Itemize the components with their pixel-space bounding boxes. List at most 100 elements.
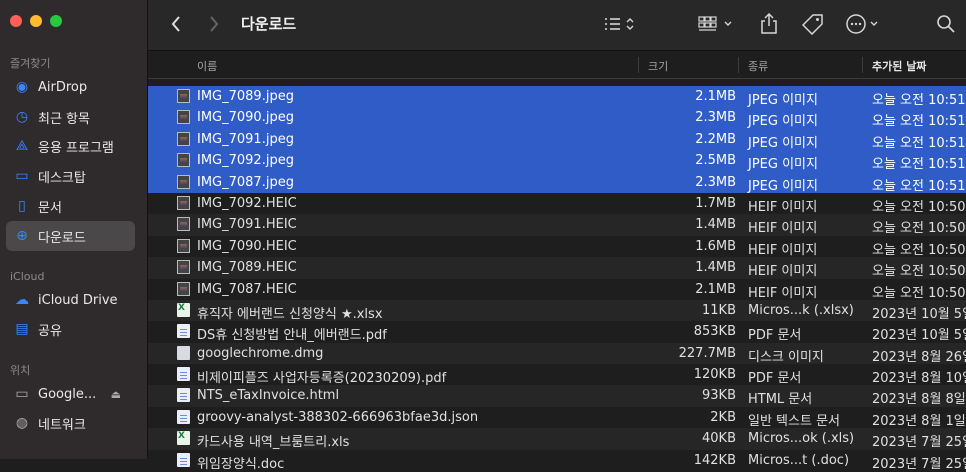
- tag-icon: [802, 14, 823, 35]
- globe-icon: ◍: [15, 415, 29, 431]
- document-icon: ▯: [18, 198, 26, 214]
- file-kind: HEIF 이미지: [748, 199, 818, 215]
- text-file-icon: [177, 409, 190, 424]
- file-row[interactable]: NTS_eTaxInvoice.html 93KB HTML 문서 2023년 8월 …: [148, 385, 966, 408]
- disk-image-file-icon: [177, 345, 190, 360]
- file-row[interactable]: IMG_7089.jpeg 2.1MB JPEG 이미지 오늘 오전 10:51: [148, 86, 966, 108]
- group-button[interactable]: [698, 10, 738, 38]
- file-size: 853KB: [693, 324, 736, 340]
- window-title: 다운로드: [241, 15, 297, 33]
- image-file-icon: [177, 110, 190, 125]
- file-row[interactable]: IMG_7091.HEIC 1.4MB HEIF 이미지 오늘 오전 10:50: [148, 214, 966, 237]
- sidebar-item-recents[interactable]: ◷ 최근 항목: [6, 102, 135, 132]
- sidebar-item-label: 공유: [38, 323, 62, 339]
- sidebar-item-airdrop[interactable]: ◉ AirDrop: [6, 72, 135, 102]
- file-name: NTS_eTaxInvoice.html: [197, 388, 340, 404]
- sidebar-item-downloads[interactable]: ⊕ 다운로드: [6, 221, 135, 251]
- back-button[interactable]: [170, 10, 182, 38]
- sidebar-item-applications[interactable]: ⟁ 응용 프로그램: [6, 131, 135, 161]
- image-file-icon: [177, 260, 190, 275]
- list-view-icon: [605, 18, 634, 30]
- file-row[interactable]: IMG_7087.HEIC 2.1MB HEIF 이미지 오늘 오전 10:50: [148, 279, 966, 301]
- file-date: 오늘 오전 10:50: [872, 285, 966, 301]
- file-date: 2023년 7월 25일: [872, 456, 966, 472]
- search-button[interactable]: [936, 10, 956, 38]
- file-row[interactable]: IMG_7090.jpeg 2.3MB JPEG 이미지 오늘 오전 10:51: [148, 107, 966, 130]
- column-header-size[interactable]: 크기: [648, 58, 668, 74]
- file-kind: JPEG 이미지: [748, 157, 818, 173]
- column-header-name[interactable]: 이름: [197, 58, 217, 74]
- file-size: 1.6MB: [695, 238, 736, 254]
- file-row[interactable]: IMG_7092.HEIC 1.7MB HEIF 이미지 오늘 오전 10:50: [148, 193, 966, 215]
- sidebar-item-google-drive[interactable]: ▭ Google... ⏏: [6, 379, 135, 409]
- column-header-date-added[interactable]: 추가된 날짜: [872, 58, 926, 74]
- column-separator: [738, 57, 739, 73]
- html-file-icon: [177, 388, 190, 403]
- chevron-left-icon: [171, 16, 180, 32]
- sidebar-item-icloud-drive[interactable]: ☁ iCloud Drive: [6, 285, 135, 315]
- file-name: DS휴 신청방법 안내_에버랜드.pdf: [197, 328, 387, 344]
- pdf-file-icon: [177, 367, 190, 382]
- window-controls: [10, 15, 62, 27]
- sidebar-item-desktop[interactable]: ▭ 데스크탑: [6, 161, 135, 191]
- file-size: 93KB: [702, 388, 736, 404]
- file-row[interactable]: IMG_7090.HEIC 1.6MB HEIF 이미지 오늘 오전 10:50: [148, 236, 966, 258]
- file-size: 2.2MB: [695, 131, 736, 147]
- file-date: 오늘 오전 10:50: [872, 221, 966, 237]
- grid-icon: [698, 16, 732, 31]
- image-file-icon: [177, 174, 190, 189]
- file-row[interactable]: IMG_7091.jpeg 2.2MB JPEG 이미지 오늘 오전 10:51: [148, 128, 966, 151]
- image-file-icon: [177, 89, 190, 103]
- share-button[interactable]: [760, 10, 778, 38]
- column-header-kind[interactable]: 종류: [748, 58, 768, 74]
- file-date: 오늘 오전 10:51: [872, 114, 966, 130]
- eject-icon[interactable]: ⏏: [111, 388, 121, 401]
- locations-section-title: 위치: [10, 364, 31, 377]
- view-options-button[interactable]: [604, 10, 638, 38]
- file-name: 카드사용 내역_브룸트리.xls: [197, 435, 350, 451]
- file-date: 오늘 오전 10:50: [872, 242, 966, 258]
- file-kind: JPEG 이미지: [748, 135, 818, 151]
- file-row[interactable]: IMG_7092.jpeg 2.5MB JPEG 이미지 오늘 오전 10:51: [148, 150, 966, 173]
- file-name: 위임장양식.doc: [197, 456, 285, 472]
- file-row[interactable]: IMG_7087.jpeg 2.3MB JPEG 이미지 오늘 오전 10:51: [148, 171, 966, 194]
- file-name: IMG_7090.jpeg: [197, 110, 294, 126]
- image-file-icon: [177, 281, 190, 296]
- file-row[interactable]: 휴직자 에버랜드 신청양식 ★.xlsx 11KB Micros...k (.xls…: [148, 299, 966, 322]
- sidebar: 즐겨찾기 ◉ AirDrop ◷ 최근 항목 ⟁ 응용 프로그램 ▭ 데스크탑 …: [0, 0, 148, 459]
- file-size: 120KB: [693, 367, 736, 383]
- sidebar-item-network[interactable]: ◍ 네트워크: [6, 408, 135, 438]
- file-list: IMG_7089.jpeg 2.1MB JPEG 이미지 오늘 오전 10:51 IM…: [148, 86, 966, 472]
- tag-button[interactable]: [802, 10, 824, 38]
- file-row[interactable]: groovy-analyst-388302-666963bfae3d.json 2…: [148, 407, 966, 429]
- desktop-icon: ▭: [15, 168, 29, 184]
- file-date: 2023년 8월 26일: [872, 349, 966, 365]
- sidebar-item-label: 네트워크: [38, 417, 86, 433]
- close-window-button[interactable]: [10, 15, 22, 27]
- more-actions-button[interactable]: [846, 10, 884, 38]
- file-row[interactable]: DS휴 신청방법 안내_에버랜드.pdf 853KB PDF 문서 2023년 10월…: [148, 321, 966, 344]
- minimize-window-button[interactable]: [30, 15, 42, 27]
- file-row[interactable]: 카드사용 내역_브룸트리.xls 40KB Micros...ok (.xls) 20…: [148, 428, 966, 451]
- file-row[interactable]: 비제이피플즈 사업자등록증(20230209).pdf 120KB PDF 문서 20…: [148, 364, 966, 386]
- file-date: 오늘 오전 10:51: [872, 157, 966, 173]
- file-kind: JPEG 이미지: [748, 93, 818, 108]
- zoom-window-button[interactable]: [50, 15, 62, 27]
- sidebar-item-shared[interactable]: ▤ 공유: [6, 314, 135, 344]
- file-row[interactable]: 위임장양식.doc 142KB Micros...t (.doc) 2023년 7월 …: [148, 450, 966, 472]
- file-date: 오늘 오전 10:50: [872, 199, 966, 215]
- icloud-section-title: iCloud: [10, 270, 45, 283]
- file-kind: HEIF 이미지: [748, 285, 818, 301]
- file-date: 2023년 8월 8일: [872, 392, 966, 408]
- file-row[interactable]: googlechrome.dmg 227.7MB 디스크 이미지 2023년 8월 2…: [148, 342, 966, 365]
- column-separator: [638, 57, 639, 73]
- file-name: IMG_7092.HEIC: [197, 195, 297, 211]
- file-name: IMG_7089.HEIC: [197, 260, 297, 276]
- file-date: 오늘 오전 10:51: [872, 178, 966, 194]
- file-date: 2023년 8월 1일: [872, 413, 966, 429]
- file-date: 오늘 오전 10:50: [872, 264, 966, 280]
- favorites-section-title: 즐겨찾기: [10, 57, 51, 70]
- file-row[interactable]: IMG_7089.HEIC 1.4MB HEIF 이미지 오늘 오전 10:50: [148, 257, 966, 280]
- forward-button[interactable]: [208, 10, 220, 38]
- sidebar-item-documents[interactable]: ▯ 문서: [6, 191, 135, 221]
